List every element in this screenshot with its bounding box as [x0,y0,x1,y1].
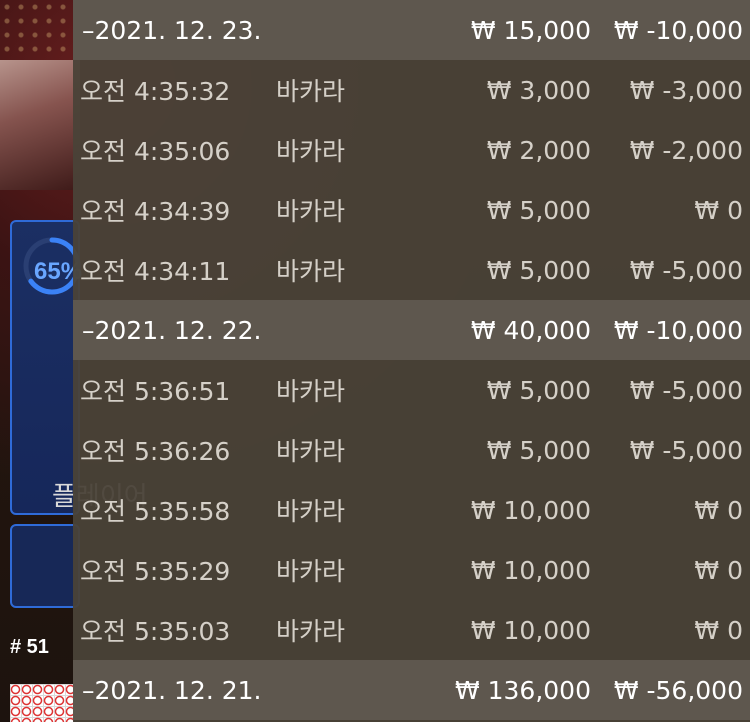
group-date: –2021. 12. 22. [82,315,262,345]
bet-option-box[interactable] [10,524,80,608]
row-game: 바카라 [276,557,346,586]
history-row[interactable]: 오전 4:34:11 바카라 ₩ 5,000 ₩ -5,000 [73,240,750,300]
history-list[interactable]: –2021. 12. 23. ₩ 15,000 ₩ -10,000 오전 4:35:3… [73,0,750,720]
history-row[interactable]: 오전 5:35:03 바카라 ₩ 10,000 ₩ 0 [73,600,750,660]
row-time: 오전 5:35:03 [80,617,231,646]
group-result-total: ₩ -56,000 [613,675,743,705]
row-result: ₩ 0 [694,615,743,645]
row-time: 오전 4:35:06 [80,137,231,166]
row-time: 오전 5:35:58 [80,497,231,526]
row-result: ₩ -2,000 [629,135,743,165]
row-bet: ₩ 5,000 [486,255,591,285]
row-bet: ₩ 5,000 [486,375,591,405]
group-result-total: ₩ -10,000 [613,315,743,345]
row-bet: ₩ 3,000 [486,75,591,105]
row-bet: ₩ 5,000 [486,435,591,465]
row-time: 오전 5:35:29 [80,557,231,586]
date-group-header[interactable]: –2021. 12. 21. ₩ 136,000 ₩ -56,000 [73,660,750,720]
row-bet: ₩ 10,000 [470,615,591,645]
row-bet: ₩ 10,000 [470,495,591,525]
row-bet: ₩ 10,000 [470,555,591,585]
row-game: 바카라 [276,77,346,106]
history-row[interactable]: 오전 5:36:51 바카라 ₩ 5,000 ₩ -5,000 [73,360,750,420]
row-time: 오전 4:35:32 [80,77,231,106]
row-result: ₩ -5,000 [629,435,743,465]
group-bet-total: ₩ 15,000 [470,15,591,45]
row-game: 바카라 [276,497,346,526]
row-result: ₩ -3,000 [629,75,743,105]
row-result: ₩ -5,000 [629,255,743,285]
row-result: ₩ -5,000 [629,375,743,405]
row-game: 바카라 [276,197,346,226]
history-row[interactable]: 오전 4:34:39 바카라 ₩ 5,000 ₩ 0 [73,180,750,240]
history-row[interactable]: 오전 4:35:06 바카라 ₩ 2,000 ₩ -2,000 [73,120,750,180]
row-time: 오전 4:34:39 [80,197,231,226]
row-time: 오전 4:34:11 [80,257,231,286]
row-game: 바카라 [276,437,346,466]
row-game: 바카라 [276,137,346,166]
bead-road-grid [10,684,74,722]
row-game: 바카라 [276,257,346,286]
row-bet: ₩ 5,000 [486,195,591,225]
row-time: 오전 5:36:51 [80,377,231,406]
history-row[interactable]: 오전 4:35:32 바카라 ₩ 3,000 ₩ -3,000 [73,60,750,120]
group-bet-total: ₩ 136,000 [454,675,591,705]
group-date: –2021. 12. 23. [82,15,262,45]
row-result: ₩ 0 [694,495,743,525]
history-row[interactable]: 오전 5:36:26 바카라 ₩ 5,000 ₩ -5,000 [73,420,750,480]
casino-lights-decoration [0,0,80,60]
row-time: 오전 5:36:26 [80,437,231,466]
date-group-header[interactable]: –2021. 12. 22. ₩ 40,000 ₩ -10,000 [73,300,750,360]
group-date: –2021. 12. 21. [82,675,262,705]
row-game: 바카라 [276,377,346,406]
row-game: 바카라 [276,617,346,646]
group-bet-total: ₩ 40,000 [470,315,591,345]
round-number: # 51 [10,636,49,658]
betting-history-panel[interactable]: –2021. 12. 23. ₩ 15,000 ₩ -10,000 오전 4:35:3… [73,0,750,722]
history-row[interactable]: 오전 5:35:29 바카라 ₩ 10,000 ₩ 0 [73,540,750,600]
row-result: ₩ 0 [694,555,743,585]
group-result-total: ₩ -10,000 [613,15,743,45]
row-result: ₩ 0 [694,195,743,225]
dealer-table-image [0,60,80,190]
history-row[interactable]: 오전 5:35:58 바카라 ₩ 10,000 ₩ 0 [73,480,750,540]
row-bet: ₩ 2,000 [486,135,591,165]
date-group-header[interactable]: –2021. 12. 23. ₩ 15,000 ₩ -10,000 [73,0,750,60]
